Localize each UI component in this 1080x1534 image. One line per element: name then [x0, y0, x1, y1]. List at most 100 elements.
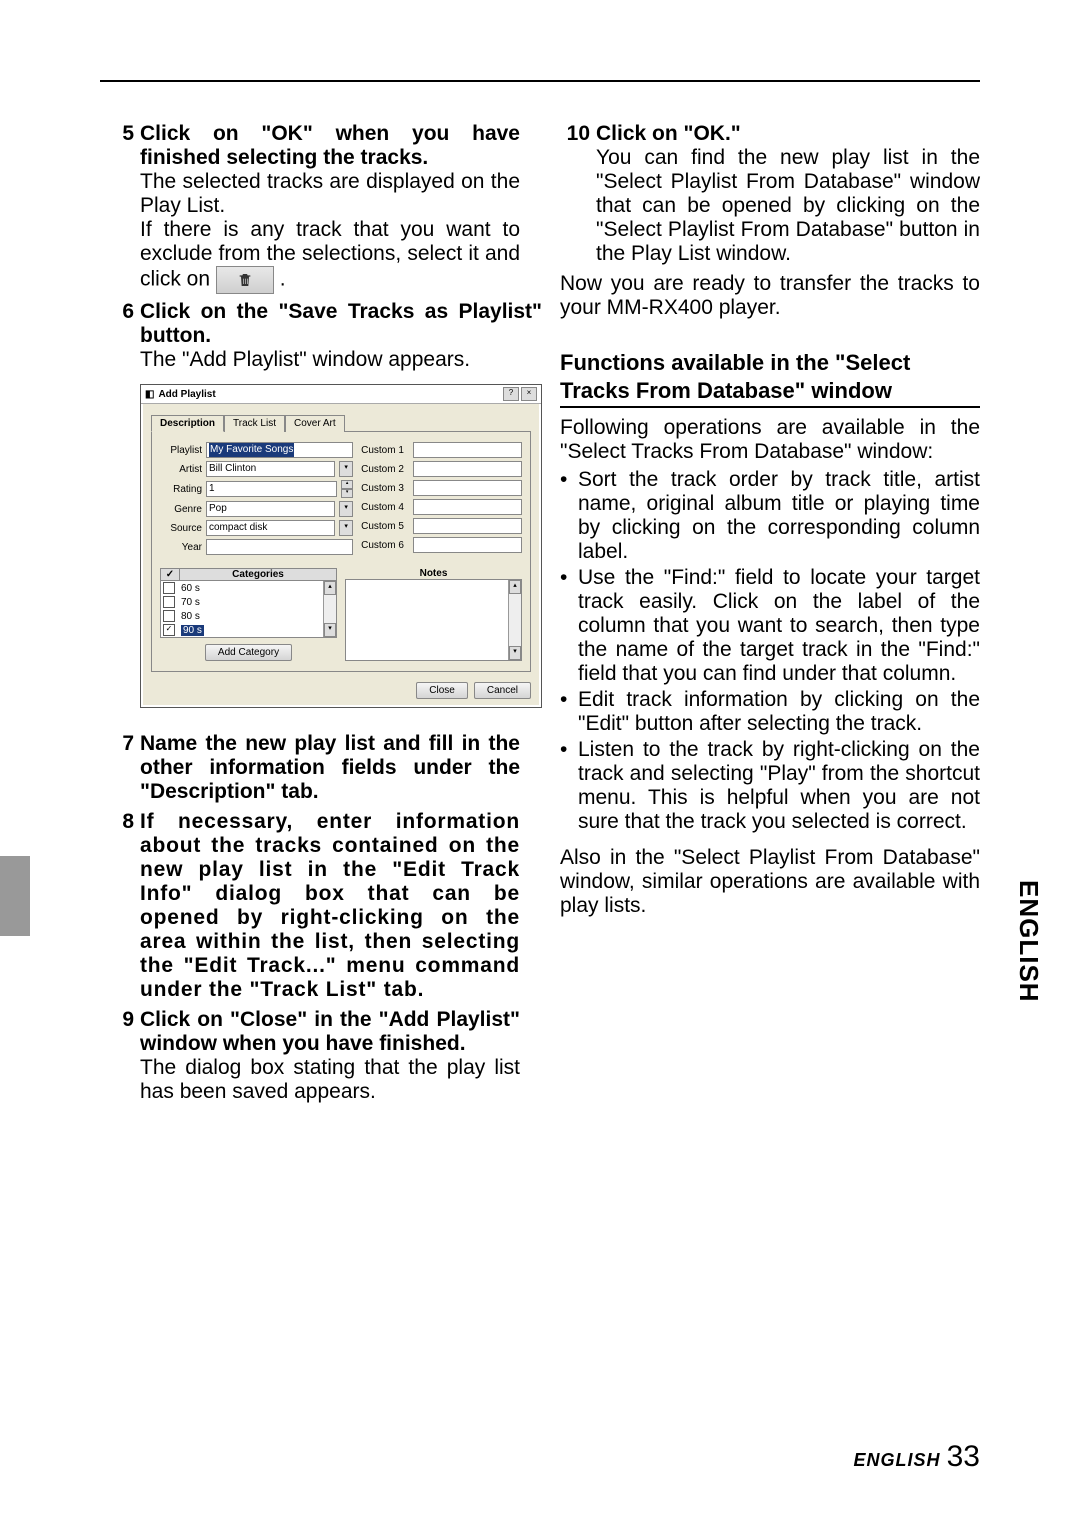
field-label: Year [160, 542, 202, 553]
dialog-tabs: Description Track List Cover Art [151, 415, 531, 432]
side-language-label: ENGLISH [1013, 880, 1044, 1003]
step-title: Name the new play list and fill in the o… [140, 732, 520, 804]
cancel-button[interactable]: Cancel [474, 682, 531, 699]
step-text: The selected tracks are displayed on the… [140, 170, 520, 218]
step-title: If necessary, enter information about th… [140, 810, 520, 1002]
steps-list-right: 10 Click on "OK." You can find the new p… [560, 122, 980, 266]
dropdown-icon[interactable]: ▾ [339, 501, 353, 517]
categories-list[interactable]: 60 s 70 s 80 s ✓90 s ▴▾ [160, 580, 337, 638]
paragraph: Following operations are available in th… [560, 416, 980, 464]
step-number: 7 [100, 732, 140, 804]
footer-page-number: 33 [947, 1440, 980, 1473]
dropdown-icon[interactable]: ▾ [339, 461, 353, 477]
dialog-title-text: Add Playlist [158, 389, 215, 400]
manual-page: ENGLISH 5 Click on "OK" when you have fi… [0, 0, 1080, 1534]
check-column-header: ✓ [161, 569, 180, 580]
close-button[interactable]: Close [416, 682, 468, 699]
custom-label: Custom 3 [361, 483, 409, 494]
footer-language: ENGLISH [853, 1450, 940, 1470]
categories-panel: ✓ Categories 60 s 70 s 80 s [160, 568, 337, 661]
custom-input[interactable] [413, 442, 522, 458]
step-number: 9 [100, 1008, 140, 1104]
step-text-fragment: . [280, 268, 286, 291]
playlist-input[interactable]: My Favorite Songs [206, 442, 353, 458]
step-9: 9 Click on "Close" in the "Add Playlist"… [100, 1008, 520, 1104]
delete-button-icon [216, 266, 274, 294]
side-tab [0, 856, 30, 936]
rating-input[interactable]: 1 [206, 481, 337, 497]
bullet-text: Listen to the track by right-clicking on… [578, 738, 980, 834]
section-heading-line1: Functions available in the "Select [560, 350, 980, 376]
add-playlist-figure: ◧ Add Playlist ? × [140, 384, 542, 708]
add-playlist-dialog: ◧ Add Playlist ? × [140, 384, 542, 708]
artist-input[interactable]: Bill Clinton [206, 461, 335, 477]
spinner-control[interactable]: ▴▾ [341, 480, 353, 498]
category-item[interactable]: 60 s [161, 581, 336, 595]
dialog-footer: Close Cancel [151, 682, 531, 699]
custom-label: Custom 2 [361, 464, 409, 475]
top-rule [100, 80, 980, 82]
bullet-item: •Edit track information by clicking on t… [560, 688, 980, 736]
category-item[interactable]: 80 s [161, 609, 336, 623]
field-label: Playlist [160, 445, 202, 456]
custom-label: Custom 6 [361, 540, 409, 551]
notes-textarea[interactable]: ▴▾ [345, 579, 522, 661]
tab-panel-description: Playlist My Favorite Songs Artist Bill C… [151, 431, 531, 672]
scrollbar[interactable]: ▴▾ [323, 581, 336, 637]
custom-input[interactable] [413, 537, 522, 553]
paragraph: Also in the "Select Playlist From Databa… [560, 846, 980, 918]
custom-input[interactable] [413, 461, 522, 477]
step-text: If there is any track that you want to e… [140, 218, 520, 294]
step-number: 6 [100, 300, 140, 726]
categories-header: ✓ Categories [160, 568, 337, 580]
step-text-fragment: If there is any track that you want to e… [140, 218, 520, 291]
tab-track-list[interactable]: Track List [224, 415, 285, 432]
custom-input[interactable] [413, 480, 522, 496]
category-item[interactable]: ✓90 s [161, 623, 336, 637]
year-input[interactable] [206, 539, 353, 555]
bullet-text: Sort the track order by track title, art… [578, 468, 980, 564]
trash-icon [237, 272, 253, 288]
dropdown-icon[interactable]: ▾ [339, 520, 353, 536]
category-item[interactable]: 70 s [161, 595, 336, 609]
categories-column-header: Categories [180, 569, 336, 580]
app-icon: ◧ [145, 389, 154, 400]
field-label: Artist [160, 464, 202, 475]
step-8: 8 If necessary, enter information about … [100, 810, 520, 1002]
bullet-list: •Sort the track order by track title, ar… [560, 468, 980, 834]
custom-input[interactable] [413, 499, 522, 515]
content-columns: 5 Click on "OK" when you have finished s… [100, 122, 980, 1110]
bullet-item: •Listen to the track by right-clicking o… [560, 738, 980, 834]
source-input[interactable]: compact disk [206, 520, 335, 536]
genre-input[interactable]: Pop [206, 501, 335, 517]
dialog-titlebar: ◧ Add Playlist ? × [141, 385, 541, 404]
step-6: 6 Click on the "Save Tracks as Playlist"… [100, 300, 520, 726]
page-footer: ENGLISH 33 [853, 1440, 980, 1474]
bullet-item: •Use the "Find:" field to locate your ta… [560, 566, 980, 686]
paragraph: Now you are ready to transfer the tracks… [560, 272, 980, 320]
notes-header: Notes [345, 568, 522, 579]
step-title: Click on "OK" when you have finished sel… [140, 122, 520, 170]
bullet-item: •Sort the track order by track title, ar… [560, 468, 980, 564]
field-label: Source [160, 523, 202, 534]
scrollbar[interactable]: ▴▾ [508, 580, 521, 660]
step-10: 10 Click on "OK." You can find the new p… [560, 122, 980, 266]
bullet-text: Edit track information by clicking on th… [578, 688, 980, 736]
close-icon[interactable]: × [521, 387, 537, 401]
step-text: You can find the new play list in the "S… [596, 146, 980, 266]
custom-input[interactable] [413, 518, 522, 534]
dialog-body: Description Track List Cover Art [141, 404, 541, 707]
bullet-text: Use the "Find:" field to locate your tar… [578, 566, 980, 686]
section-heading-line2: Tracks From Database" window [560, 378, 980, 408]
help-button[interactable]: ? [503, 387, 519, 401]
step-number: 8 [100, 810, 140, 1002]
add-category-button[interactable]: Add Category [205, 644, 292, 661]
step-text: The "Add Playlist" window appears. [140, 348, 542, 372]
steps-list-left: 5 Click on "OK" when you have finished s… [100, 122, 520, 1104]
step-title: Click on "Close" in the "Add Playlist" w… [140, 1008, 520, 1056]
notes-panel: Notes ▴▾ [345, 568, 522, 661]
tab-description[interactable]: Description [151, 415, 224, 432]
tab-cover-art[interactable]: Cover Art [285, 415, 345, 432]
field-label: Genre [160, 504, 202, 515]
field-label: Rating [160, 484, 202, 495]
